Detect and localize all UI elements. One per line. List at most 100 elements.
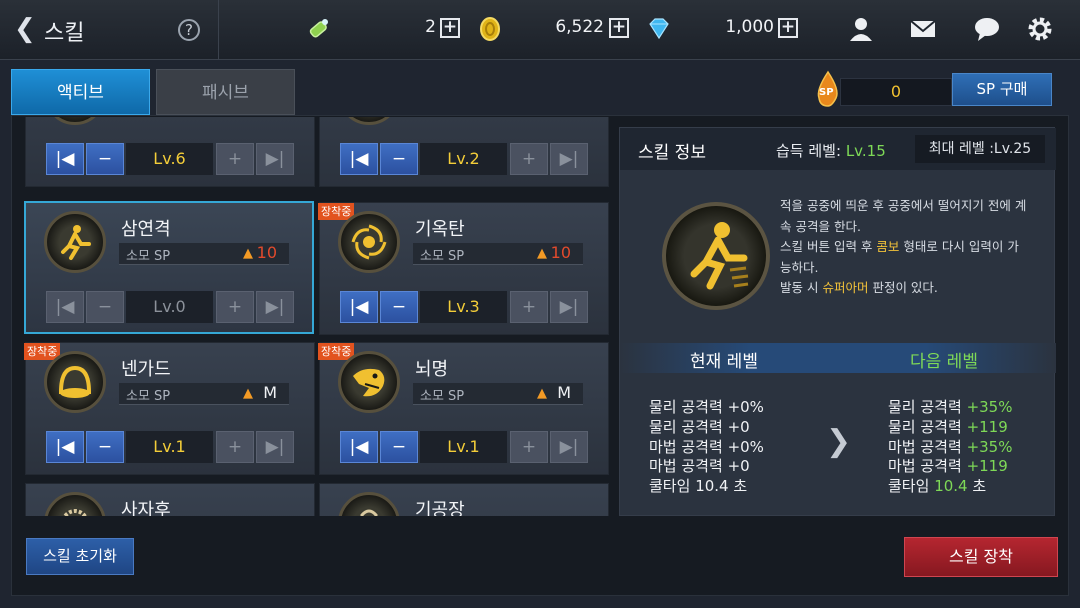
plus-button[interactable]: + (216, 143, 254, 175)
stat-value: 10.4 초 (695, 477, 748, 496)
skip-forward-button[interactable]: ▶| (256, 291, 294, 323)
add-diamond-button[interactable]: + (778, 18, 798, 38)
max-level: 최대 레벨 :Lv.25 (915, 135, 1045, 163)
stat-value: +119 (966, 457, 1008, 476)
minus-button[interactable]: − (380, 431, 418, 463)
desc-text: 형태로 다시 입력이 가 (899, 239, 1019, 254)
reset-skills-button[interactable]: 스킬 초기화 (26, 538, 134, 575)
skip-forward-button[interactable]: ▶| (256, 431, 294, 463)
stat-label: 쿨타임 (649, 477, 691, 496)
skill-card[interactable]: 기공장 (319, 483, 609, 516)
stat-label: 물리 공격력 (649, 398, 723, 416)
skill-avatar (44, 117, 106, 125)
skill-name: 넨가드 (121, 359, 171, 380)
skill-card[interactable]: 장착중 기옥탄 소모 SP ▲ 10 |◀ − Lv.3 + ▶| (318, 202, 609, 335)
skip-back-button[interactable]: |◀ (46, 291, 84, 323)
level-controls: |◀ − Lv.1 + ▶| (340, 431, 590, 463)
skill-card[interactable]: |◀ − Lv.2 + ▶| (319, 117, 609, 187)
equip-skill-button[interactable]: 스킬 장착 (904, 537, 1058, 577)
minus-button[interactable]: − (86, 143, 124, 175)
chat-icon[interactable] (972, 15, 1002, 49)
stat-row: 쿨타임 10.4 초 (888, 477, 1012, 497)
sp-cost-bar: 소모 SP ▲ 10 (119, 243, 289, 265)
skip-back-button[interactable]: |◀ (340, 431, 378, 463)
help-button[interactable]: ? (178, 19, 200, 41)
desc-text: 스킬 버튼 입력 후 (780, 239, 877, 254)
gold-coin-icon (478, 16, 502, 49)
skill-card[interactable]: 장착중 뇌명 소모 SP ▲ M |◀ − Lv.1 + ▶| (318, 342, 609, 475)
skill-list[interactable]: |◀ − Lv.6 + ▶| |◀ − Lv.2 + ▶| 삼연격 소모 SP … (12, 117, 610, 516)
sp-cost-bar: 소모 SP ▲ M (119, 383, 289, 405)
skip-back-button[interactable]: |◀ (340, 291, 378, 323)
stat-value: +119 (966, 417, 1008, 436)
settings-icon[interactable] (1026, 15, 1054, 49)
level-value: Lv.3 (420, 291, 507, 323)
level-value: Lv.1 (420, 431, 507, 463)
minus-button[interactable]: − (380, 291, 418, 323)
top-bar: ❮ 스킬 ? 2 + 6,522 + 1,000 + (0, 0, 1080, 60)
stat-label: 마법 공격력 (649, 437, 723, 456)
skill-avatar-locked (338, 492, 400, 516)
desc-line: 발동 시 슈퍼아머 판정이 있다. (780, 278, 1048, 299)
add-potion-button[interactable]: + (440, 18, 460, 38)
sp-cost-value: 10 (256, 243, 277, 262)
sp-cost-bar: 소모 SP ▲ 10 (413, 243, 583, 265)
skill-avatar-ki-orb (338, 211, 400, 273)
skill-name: 뇌명 (415, 359, 449, 380)
sp-buy-button[interactable]: SP 구매 (952, 73, 1052, 106)
sp-drop-label: SP (819, 87, 834, 98)
gold-count: 6,522 (555, 17, 604, 37)
level-value: Lv.2 (420, 143, 507, 175)
stat-value: +0 (727, 457, 750, 476)
level-controls: |◀ − Lv.6 + ▶| (46, 143, 296, 175)
minus-button[interactable]: − (380, 143, 418, 175)
skill-card[interactable]: 사자후 (25, 483, 315, 516)
skip-forward-button[interactable]: ▶| (550, 291, 588, 323)
desc-highlight: 슈퍼아머 (822, 280, 869, 295)
skill-info-panel: 스킬 정보 습득 레벨: Lv.15 최대 레벨 :Lv.25 적을 공중에 띄… (619, 127, 1056, 516)
skill-card[interactable]: |◀ − Lv.6 + ▶| (25, 117, 315, 187)
tab-passive[interactable]: 패시브 (156, 69, 295, 115)
plus-button[interactable]: + (510, 291, 548, 323)
sp-cost-label: 소모 SP (420, 249, 465, 264)
learn-level-label: 습득 레벨: (776, 142, 842, 160)
level-controls: |◀ − Lv.2 + ▶| (340, 143, 590, 175)
skip-back-button[interactable]: |◀ (46, 431, 84, 463)
skill-avatar (338, 117, 400, 125)
plus-button[interactable]: + (216, 291, 254, 323)
add-gold-button[interactable]: + (609, 18, 629, 38)
info-title: 스킬 정보 (638, 143, 706, 163)
stat-label: 마법 공격력 (888, 457, 962, 476)
desc-line: 속 공격을 한다. (780, 218, 861, 234)
chevron-left-icon[interactable]: ❮ (14, 14, 36, 44)
desc-text: 발동 시 (780, 280, 823, 295)
minus-button[interactable]: − (86, 431, 124, 463)
diamond-icon (645, 16, 673, 49)
tab-active[interactable]: 액티브 (11, 69, 150, 115)
minus-button[interactable]: − (86, 291, 124, 323)
plus-button[interactable]: + (510, 143, 548, 175)
skip-back-button[interactable]: |◀ (46, 143, 84, 175)
potion-icon (306, 16, 332, 49)
stat-row: 물리 공격력 +35% (888, 398, 1012, 418)
skill-card[interactable]: 장착중 넨가드 소모 SP ▲ M |◀ − Lv.1 + ▶| (24, 342, 315, 475)
flame-icon: ▲ (243, 246, 253, 261)
stat-row: 마법 공격력 +0% (649, 438, 764, 458)
info-header: 스킬 정보 습득 레벨: Lv.15 최대 레벨 :Lv.25 (620, 128, 1056, 170)
skip-forward-button[interactable]: ▶| (550, 143, 588, 175)
skill-avatar-thunder-roar (338, 351, 400, 413)
stat-value: +35% (966, 437, 1013, 456)
plus-button[interactable]: + (216, 431, 254, 463)
skip-forward-button[interactable]: ▶| (550, 431, 588, 463)
sp-cost-value: 10 (550, 243, 571, 262)
plus-button[interactable]: + (510, 431, 548, 463)
friends-icon[interactable] (846, 15, 876, 49)
current-stats: 물리 공격력 +0% 물리 공격력 +0 마법 공격력 +0% 마법 공격력 +… (649, 398, 764, 497)
skill-card-selected[interactable]: 삼연격 소모 SP ▲ 10 |◀ − Lv.0 + ▶| (24, 201, 314, 334)
skip-back-button[interactable]: |◀ (340, 143, 378, 175)
mail-icon[interactable] (908, 15, 938, 49)
level-compare-header (620, 343, 1056, 373)
skill-avatar-lion-roar (44, 492, 106, 516)
skip-forward-button[interactable]: ▶| (256, 143, 294, 175)
stat-label: 마법 공격력 (649, 457, 723, 476)
